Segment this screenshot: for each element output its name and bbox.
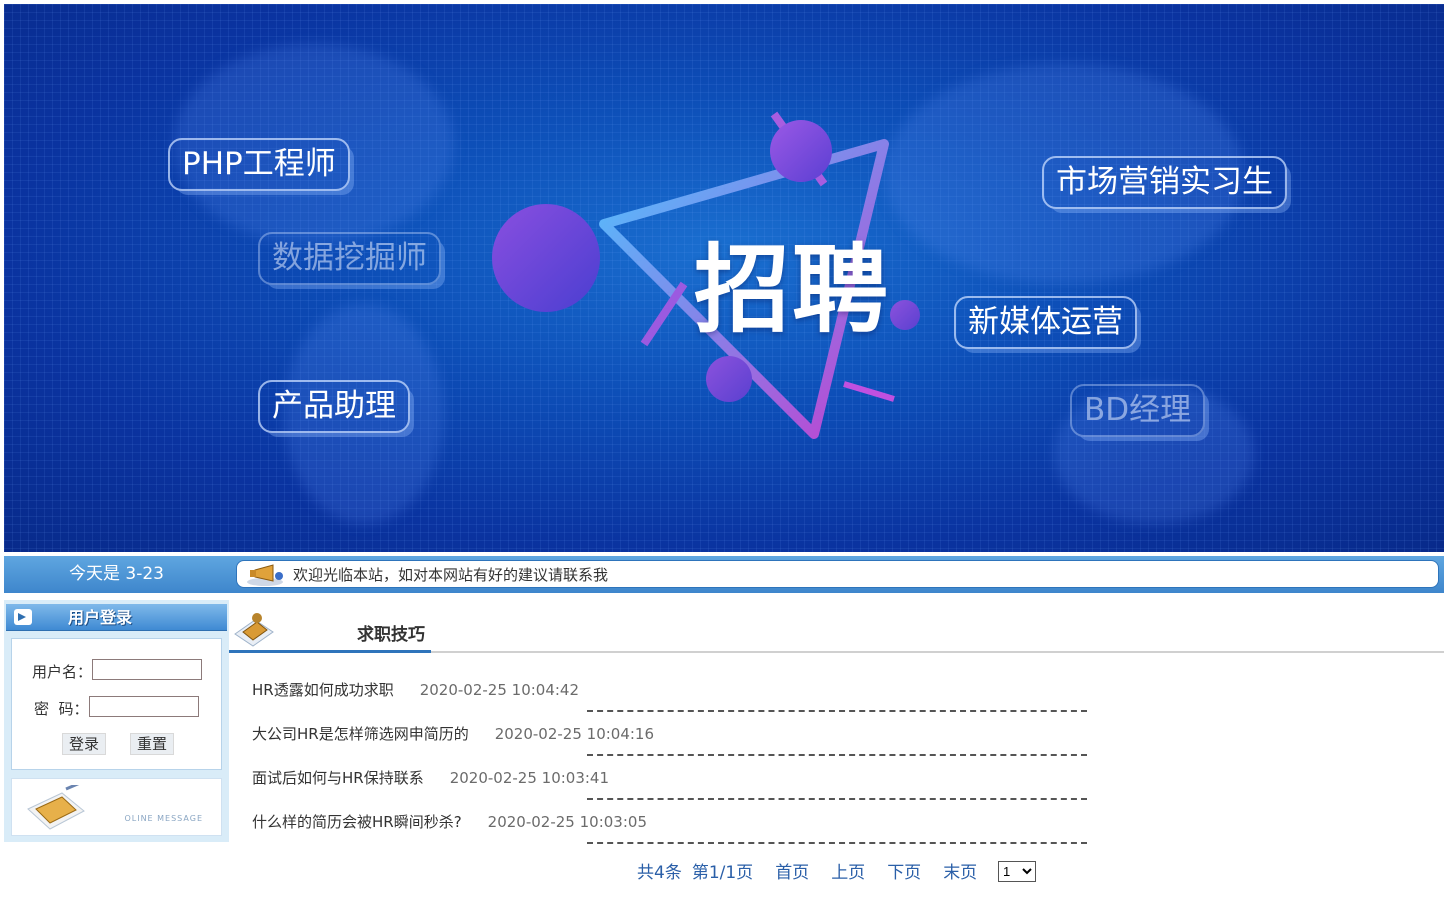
notice-text: 欢迎光临本站，如对本网站有好的建议请联系我 [293, 566, 609, 584]
article-item[interactable]: 什么样的简历会被HR瞬间秒杀? 2020-02-25 10:03:05 [252, 811, 647, 832]
pager-last-link[interactable]: 末页 [943, 863, 977, 883]
purple-circle-small [770, 120, 832, 182]
purple-circle [492, 204, 600, 312]
job-tag-php: PHP工程师 [168, 138, 350, 191]
article-date: 2020-02-25 10:04:16 [494, 725, 655, 743]
job-tag-marketing-intern: 市场营销实习生 [1042, 156, 1287, 209]
recruitment-banner: 招聘 PHP工程师 数据挖掘师 产品助理 市场营销实习生 新媒体运营 BD经理 [4, 4, 1444, 552]
password-label: 密 码： [34, 700, 89, 718]
article-item[interactable]: 大公司HR是怎样筛选网申简历的 2020-02-25 10:04:16 [252, 723, 654, 744]
online-message-label: OLINE MESSAGE [124, 814, 203, 823]
login-form: 用户名： 密 码： 登录 重置 [11, 638, 222, 770]
pager-total: 共4条 [637, 863, 682, 883]
article-item[interactable]: HR透露如何成功求职 2020-02-25 10:04:42 [252, 679, 579, 700]
tips-header: 求职技巧 [229, 600, 1444, 653]
article-title[interactable]: 大公司HR是怎样筛选网申简历的 [252, 725, 469, 743]
info-bar: 今天是 3-23 欢迎光临本站，如对本网站有好的建议请联系我 [4, 556, 1444, 593]
hero-title: 招聘 [694, 234, 890, 346]
article-date: 2020-02-25 10:03:41 [449, 769, 610, 787]
login-header: 用户登录 [6, 604, 227, 631]
online-message-box[interactable]: OLINE MESSAGE [11, 778, 222, 836]
job-tag-product-assistant: 产品助理 [258, 380, 410, 433]
notice-box: 欢迎光临本站，如对本网站有好的建议请联系我 [236, 560, 1439, 588]
purple-circle-small [890, 300, 920, 330]
reset-button[interactable]: 重置 [130, 733, 175, 755]
login-button[interactable]: 登录 [62, 733, 107, 755]
pagination: 共4条 第1/1页 首页 上页 下页 末页 1 [637, 858, 1036, 883]
dashed-divider [587, 842, 1087, 844]
login-panel: 用户登录 用户名： 密 码： 登录 重置 OLINE MESSAGE [4, 600, 229, 842]
job-tag-new-media: 新媒体运营 [954, 296, 1137, 349]
article-title[interactable]: HR透露如何成功求职 [252, 681, 394, 699]
pager-page-info: 第1/1页 [691, 863, 754, 883]
login-title: 用户登录 [68, 608, 133, 627]
page-select[interactable]: 1 [998, 861, 1036, 882]
purple-circle-small [706, 356, 752, 402]
tips-icon [234, 613, 274, 647]
dashed-divider [587, 754, 1087, 756]
article-title[interactable]: 面试后如何与HR保持联系 [252, 769, 424, 787]
arrow-right-icon [14, 609, 32, 625]
job-tag-data-mining: 数据挖掘师 [258, 232, 441, 285]
article-date: 2020-02-25 10:03:05 [487, 813, 647, 831]
divider-highlight [229, 650, 431, 653]
pager-next-link[interactable]: 下页 [887, 863, 921, 883]
pager-first-link[interactable]: 首页 [775, 863, 809, 883]
dashed-divider [587, 710, 1087, 712]
username-label: 用户名： [32, 663, 93, 681]
article-title[interactable]: 什么样的简历会被HR瞬间秒杀? [252, 813, 462, 831]
job-tag-bd-manager: BD经理 [1070, 384, 1206, 437]
pager-prev-link[interactable]: 上页 [831, 863, 865, 883]
dashed-divider [587, 798, 1087, 800]
username-input[interactable] [92, 659, 202, 680]
tips-title: 求职技巧 [357, 625, 425, 645]
password-input[interactable] [89, 696, 199, 717]
megaphone-icon [247, 564, 283, 586]
article-date: 2020-02-25 10:04:42 [419, 681, 580, 699]
article-item[interactable]: 面试后如何与HR保持联系 2020-02-25 10:03:41 [252, 767, 609, 788]
today-date: 今天是 3-23 [69, 564, 164, 584]
message-envelope-icon [27, 785, 85, 830]
